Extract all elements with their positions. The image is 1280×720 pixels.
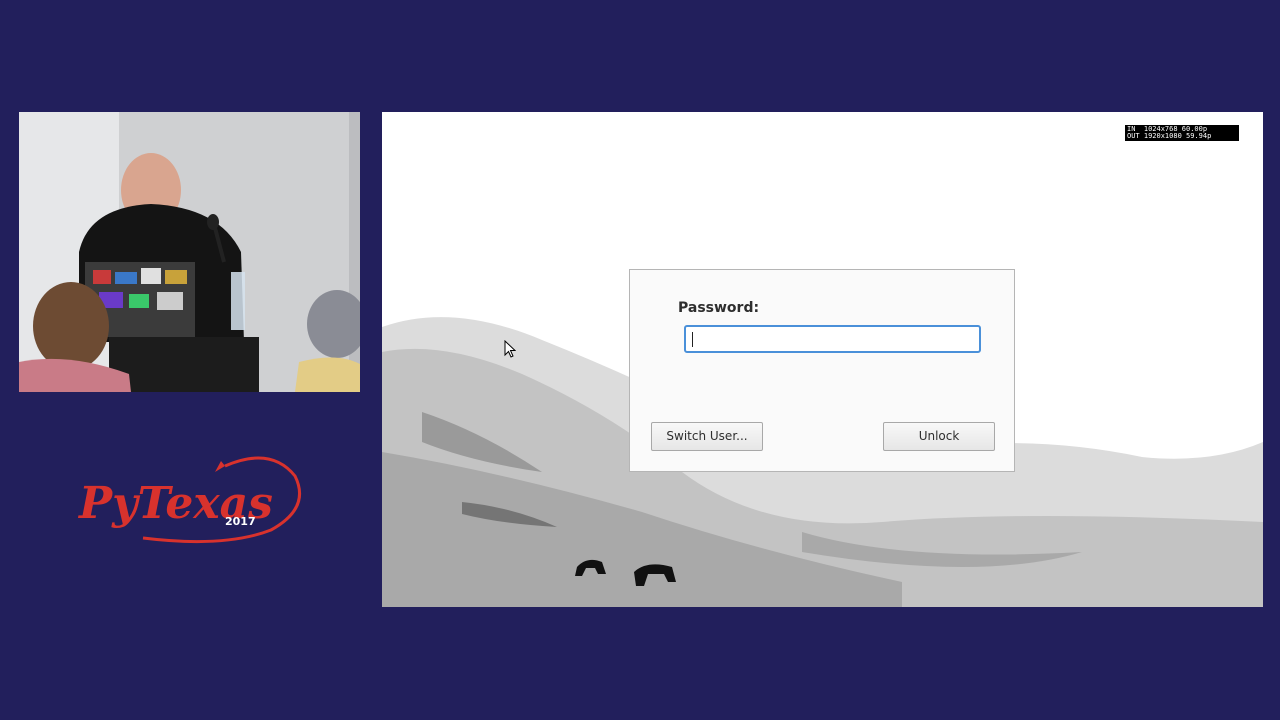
svg-text:2017: 2017 (225, 515, 256, 528)
text-caret (692, 332, 693, 347)
signal-info-out: OUT 1920x1080 59.94p (1127, 132, 1212, 140)
password-label: Password: (678, 300, 760, 316)
signal-info-overlay: IN 1024x768 60.00p OUT 1920x1080 59.94p (1125, 125, 1239, 141)
unlock-dialog: Password: Switch User... Unlock (629, 269, 1015, 472)
speaker-camera-feed (19, 112, 360, 392)
switch-user-button[interactable]: Switch User... (651, 422, 763, 451)
pytexas-logo: PyTexas 2017 (75, 452, 307, 552)
speaker-photo (19, 112, 360, 392)
password-input[interactable] (684, 325, 981, 353)
unlock-button[interactable]: Unlock (883, 422, 995, 451)
mouse-pointer-icon (504, 339, 517, 362)
